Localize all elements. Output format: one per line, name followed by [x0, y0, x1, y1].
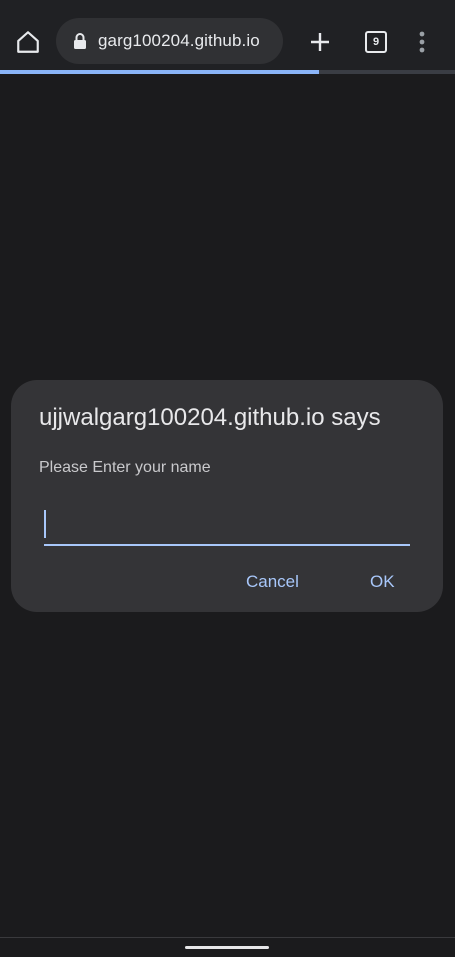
url-text[interactable]: garg100204.github.io: [98, 31, 260, 51]
more-vert-icon[interactable]: [404, 24, 440, 60]
text-caret: [44, 510, 46, 538]
gesture-handle[interactable]: [185, 946, 269, 949]
address-bar[interactable]: garg100204.github.io: [56, 18, 283, 64]
prompt-input-field[interactable]: [44, 506, 410, 546]
plus-icon[interactable]: [302, 24, 338, 60]
browser-screen: garg100204.github.io 9 ujjwalgarg100204.…: [0, 0, 455, 957]
name-input[interactable]: [44, 506, 410, 544]
lock-icon[interactable]: [70, 31, 90, 51]
page-load-progress: [0, 70, 455, 74]
navigation-bar: [0, 937, 455, 957]
cancel-button[interactable]: Cancel: [246, 572, 299, 592]
ok-button[interactable]: OK: [370, 572, 395, 592]
dialog-title: ujjwalgarg100204.github.io says: [39, 404, 381, 431]
home-icon[interactable]: [10, 24, 46, 60]
tab-switcher-button[interactable]: 9: [358, 24, 394, 60]
prompt-dialog: ujjwalgarg100204.github.io says Please E…: [11, 380, 443, 612]
dialog-message: Please Enter your name: [39, 459, 211, 476]
page-load-progress-fill: [0, 70, 319, 74]
tab-switcher-icon: 9: [365, 31, 387, 53]
browser-toolbar: garg100204.github.io 9: [0, 0, 455, 74]
tab-count: 9: [372, 36, 380, 48]
